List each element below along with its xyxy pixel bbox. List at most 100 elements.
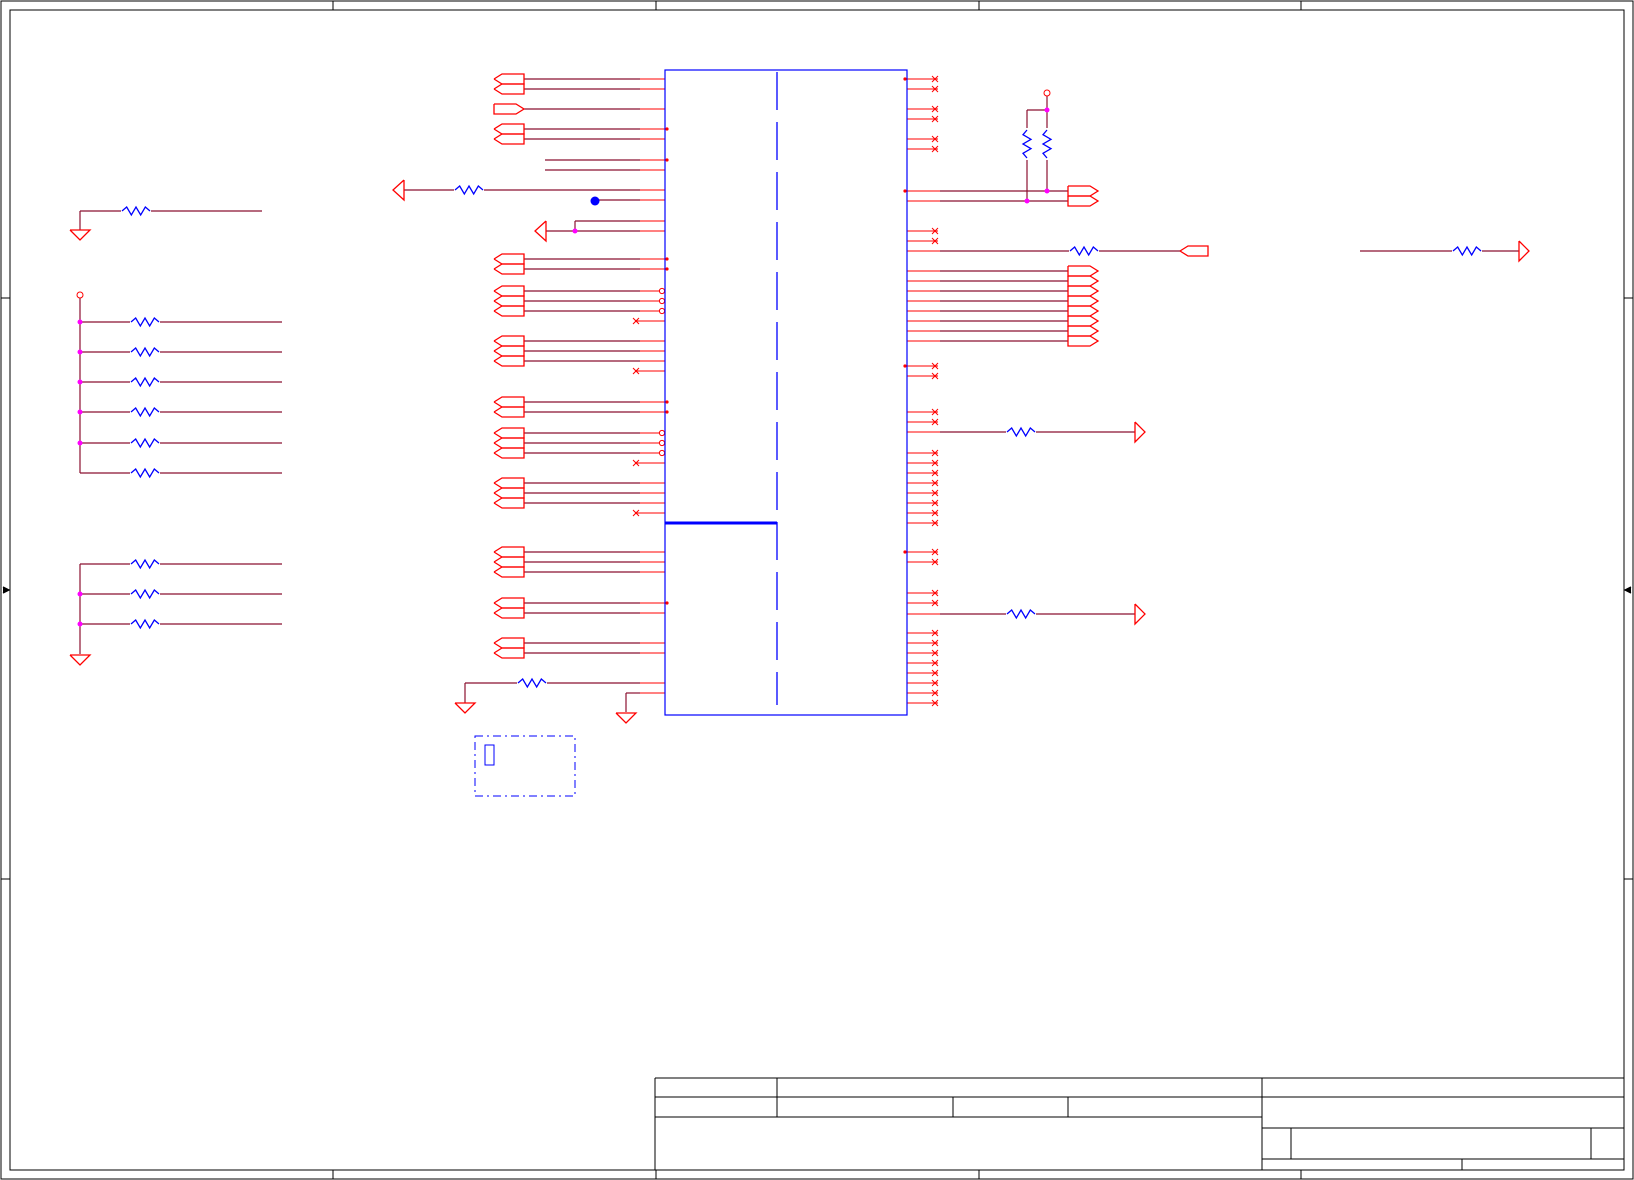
ground-icon xyxy=(69,229,92,241)
net-port-icon xyxy=(493,597,525,609)
pin-marker xyxy=(665,127,669,131)
net-port-icon xyxy=(493,477,525,489)
net-port-icon xyxy=(493,355,525,367)
resistor-icon xyxy=(454,184,484,196)
resistor-icon xyxy=(1041,129,1053,159)
pin-marker xyxy=(903,364,907,368)
pin-marker xyxy=(665,410,669,414)
net-ports xyxy=(493,73,1209,659)
net-port-icon xyxy=(1067,185,1100,197)
net-port-icon xyxy=(493,437,525,449)
net-port-icon xyxy=(493,647,525,659)
junction-dot xyxy=(77,409,83,415)
power-icon xyxy=(1134,603,1146,626)
resistor-icon xyxy=(130,558,160,570)
center-marker xyxy=(2,586,11,594)
net-port-icon xyxy=(493,103,526,115)
schematic-canvas xyxy=(0,0,1634,1180)
power-icon xyxy=(1134,421,1146,444)
ground-icon xyxy=(454,702,477,714)
net-port-icon xyxy=(493,83,525,95)
center-marker xyxy=(1623,586,1632,594)
power-icon xyxy=(1518,240,1530,263)
ground-icon xyxy=(69,654,92,666)
net-port-icon xyxy=(493,335,525,347)
junction-dot xyxy=(77,379,83,385)
pin-marker xyxy=(665,400,669,404)
junction-dot xyxy=(1044,188,1050,194)
pin-bubble xyxy=(1043,89,1051,97)
resistor-icon xyxy=(1006,608,1036,620)
pin-marker xyxy=(903,550,907,554)
ic-body xyxy=(664,69,908,716)
title-block xyxy=(654,1077,1624,1170)
pin-bubble xyxy=(658,439,666,447)
pin-marker xyxy=(665,267,669,271)
net-port-icon xyxy=(1067,305,1100,317)
junction-dot xyxy=(572,228,578,234)
pin-marker xyxy=(665,257,669,261)
net-port-icon xyxy=(1067,195,1100,207)
pin-bubble xyxy=(658,307,666,315)
pin-marker xyxy=(903,189,907,193)
net-port-icon xyxy=(493,607,525,619)
pin-marker xyxy=(665,601,669,605)
pin-bubble xyxy=(658,449,666,457)
power-icon xyxy=(392,179,405,202)
wires xyxy=(79,78,1519,712)
junction-dot xyxy=(77,349,83,355)
junction-dot xyxy=(77,621,83,627)
net-port-icon xyxy=(493,497,525,509)
pin-bubble xyxy=(658,429,666,437)
resistor-icon xyxy=(517,677,547,689)
net-port-icon xyxy=(1067,295,1100,307)
pin-marker xyxy=(903,77,907,81)
note-box-marker xyxy=(484,744,495,766)
net-port-icon xyxy=(493,295,525,307)
net-port-icon xyxy=(493,133,525,145)
resistor-icon xyxy=(130,346,160,358)
resistor-icon xyxy=(121,205,151,217)
junction-dot xyxy=(77,440,83,446)
resistor-icon xyxy=(130,588,160,600)
junction-dot xyxy=(77,319,83,325)
net-port-icon xyxy=(1067,315,1100,327)
resistor-icon xyxy=(130,406,160,418)
resistor-icon xyxy=(1021,129,1033,159)
net-port-icon xyxy=(1067,265,1100,277)
net-port-icon xyxy=(493,253,525,265)
power-icon xyxy=(534,220,547,243)
net-port-icon xyxy=(493,285,525,297)
ground-icon xyxy=(615,712,638,724)
net-port-icon xyxy=(1067,335,1100,347)
pin-bubble xyxy=(658,297,666,305)
resistor-icon xyxy=(1006,426,1036,438)
net-port-icon xyxy=(1067,275,1100,287)
resistor-icon xyxy=(130,467,160,479)
outer-border xyxy=(0,0,1634,1180)
junction-dot xyxy=(1044,107,1050,113)
net-port-icon xyxy=(493,487,525,499)
net-port-icon xyxy=(493,406,525,418)
inner-border xyxy=(9,9,1625,1171)
pin-bubble xyxy=(76,291,84,299)
resistor-icon xyxy=(130,618,160,630)
net-port-icon xyxy=(1179,245,1209,257)
net-port-icon xyxy=(493,447,525,459)
net-port-icon xyxy=(493,566,525,578)
net-port-icon xyxy=(493,305,525,317)
drawing-border xyxy=(0,0,1634,1180)
net-port-icon xyxy=(493,427,525,439)
pin-marker xyxy=(665,158,669,162)
net-port-icon xyxy=(1067,285,1100,297)
resistor-icon xyxy=(130,316,160,328)
resistor-icon xyxy=(1452,245,1482,257)
parts xyxy=(69,69,1530,797)
net-port-icon xyxy=(493,637,525,649)
net-port-icon xyxy=(493,123,525,135)
pin-bubble xyxy=(658,287,666,295)
junction-dot xyxy=(77,591,83,597)
resistor-icon xyxy=(130,437,160,449)
net-port-icon xyxy=(493,345,525,357)
junction-dot xyxy=(1024,198,1030,204)
